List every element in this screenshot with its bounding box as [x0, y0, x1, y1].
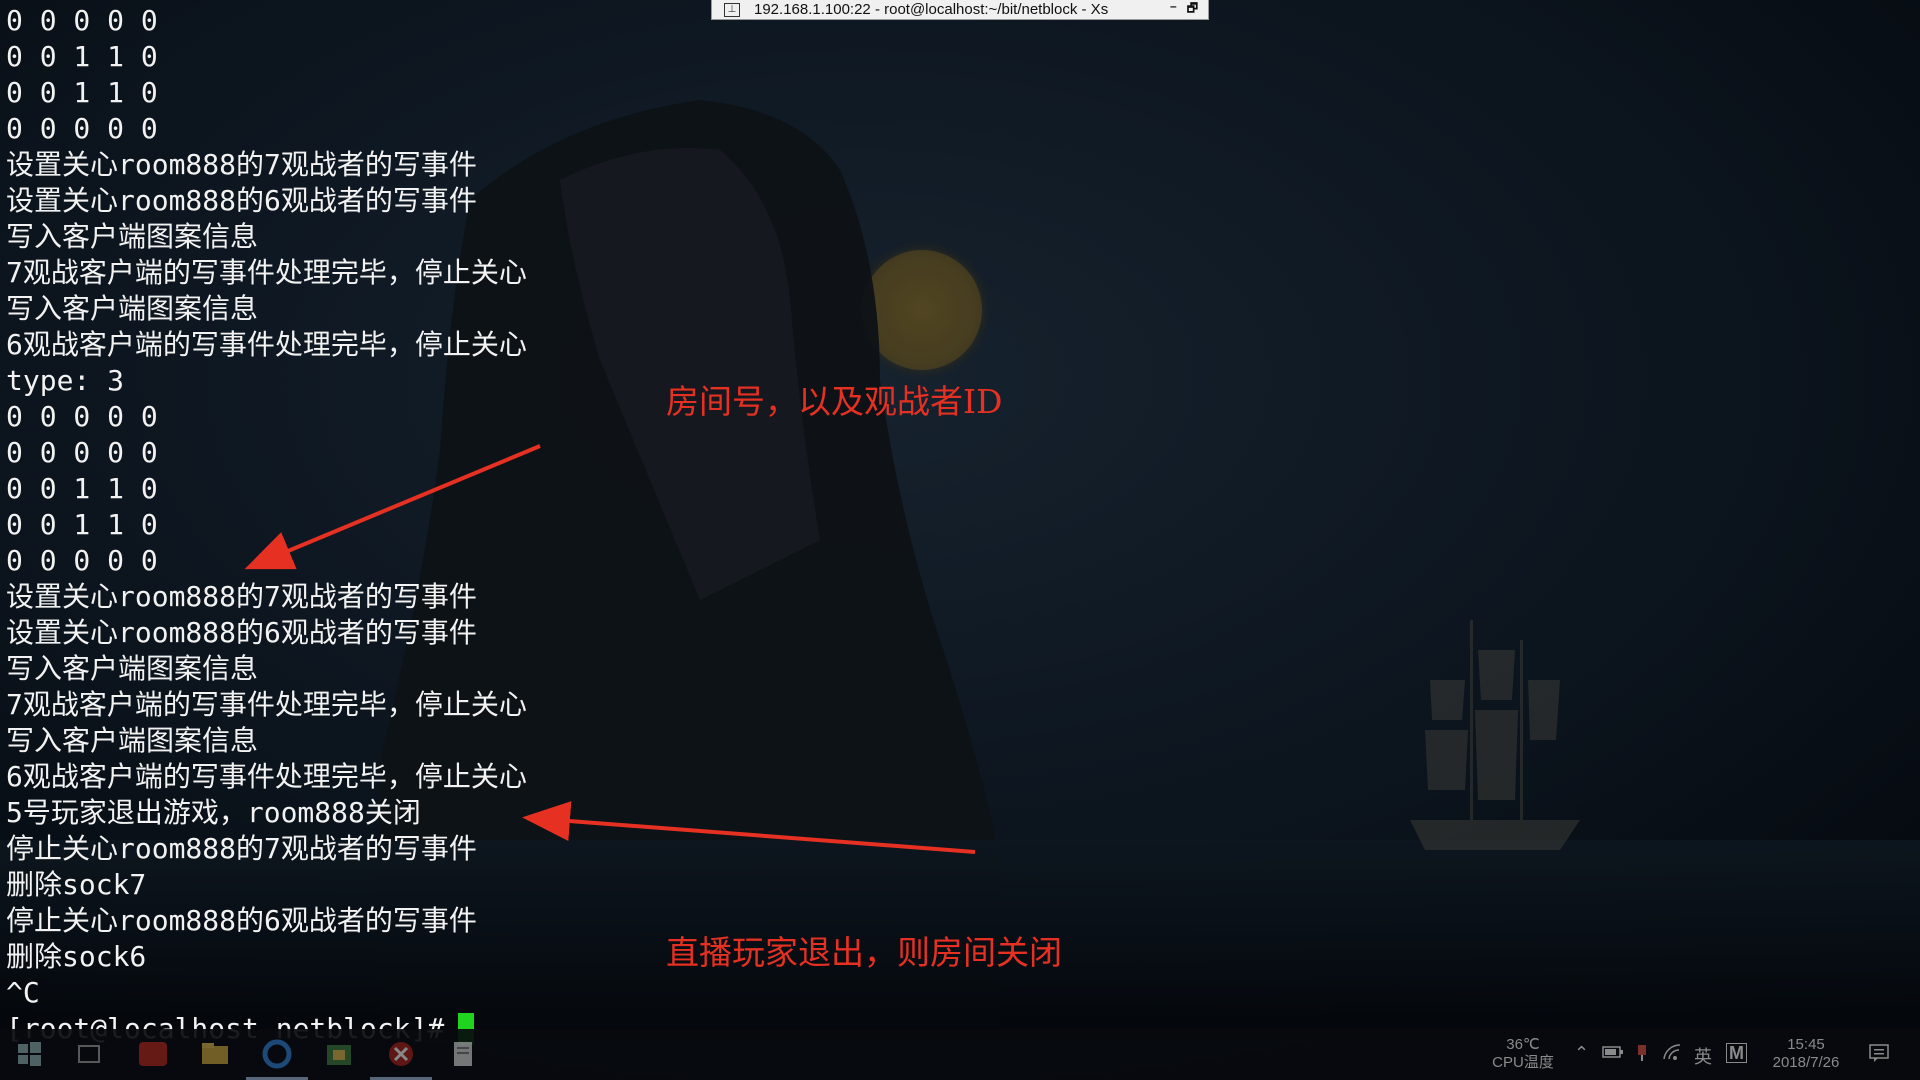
terminal-line: 设置关心room888的7观战者的写事件 — [6, 580, 477, 613]
window-title: 192.168.1.100:22 - root@localhost:~/bit/… — [754, 1, 1109, 18]
terminal-line: 6观战客户端的写事件处理完毕，停止关心 — [6, 328, 527, 361]
battery-icon[interactable] — [1602, 1043, 1624, 1061]
terminal-line: 0 0 1 1 0 — [6, 508, 158, 541]
clock-time: 15:45 — [1787, 1036, 1825, 1053]
terminal-line: 0 0 1 1 0 — [6, 76, 158, 109]
chevron-up-icon[interactable]: ⌃ — [1574, 1043, 1589, 1064]
wifi-icon[interactable] — [1662, 1043, 1684, 1063]
terminal-line: 0 0 1 1 0 — [6, 472, 158, 505]
clock[interactable]: 15:45 2018/7/26 — [1766, 1036, 1846, 1072]
terminal-line: 0 0 0 0 0 — [6, 544, 158, 577]
terminal-line: 0 0 1 1 0 — [6, 40, 158, 73]
power-plug-icon[interactable] — [1634, 1043, 1650, 1063]
file-explorer-icon[interactable] — [198, 1037, 232, 1071]
terminal-line: 0 0 0 0 0 — [6, 4, 158, 37]
notepad-icon[interactable] — [446, 1037, 480, 1071]
terminal-line: 设置关心room888的7观战者的写事件 — [6, 148, 477, 181]
terminal-line: 0 0 0 0 0 — [6, 436, 158, 469]
terminal-line: 0 0 0 0 0 — [6, 112, 158, 145]
window-title-bar[interactable]: ⊥ 192.168.1.100:22 - root@localhost:~/bi… — [711, 0, 1209, 20]
cpu-temperature[interactable]: 36℃ CPU温度 — [1488, 1036, 1558, 1072]
windows-start-icon[interactable] — [12, 1037, 46, 1071]
task-view-icon[interactable] — [72, 1037, 106, 1071]
youdao-icon[interactable] — [136, 1037, 170, 1071]
terminal-line: 设置关心room888的6观战者的写事件 — [6, 184, 477, 217]
cpu-temp-value: 36℃ — [1506, 1036, 1540, 1053]
xshell-icon[interactable] — [384, 1037, 418, 1071]
terminal-line: 6观战客户端的写事件处理完毕，停止关心 — [6, 760, 527, 793]
terminal-line: 停止关心room888的7观战者的写事件 — [6, 832, 477, 865]
restore-button[interactable]: 🗗 — [1187, 0, 1198, 20]
terminal-line: 写入客户端图案信息 — [6, 724, 259, 757]
terminal-line: 删除sock6 — [6, 940, 147, 973]
clock-date: 2018/7/26 — [1772, 1054, 1840, 1071]
ime-language-indicator[interactable]: 英 — [1694, 1043, 1712, 1069]
terminal-line: 0 0 0 0 0 — [6, 400, 158, 433]
pin-icon[interactable]: ⊥ — [724, 2, 740, 17]
ime-mode-indicator[interactable]: M — [1726, 1043, 1747, 1063]
annotation-room-id: 房间号，以及观战者ID — [666, 382, 1003, 421]
store-icon[interactable] — [322, 1037, 356, 1071]
terminal-line: 停止关心room888的6观战者的写事件 — [6, 904, 477, 937]
terminal-line: 写入客户端图案信息 — [6, 652, 259, 685]
minimize-button[interactable]: – — [1170, 0, 1177, 20]
terminal-output[interactable]: 0 0 0 0 0 0 0 1 1 0 0 0 1 1 0 0 0 0 0 0 … — [6, 3, 527, 1047]
terminal-line: 5号玩家退出游戏，room888关闭 — [6, 796, 421, 829]
terminal-line: 设置关心room888的6观战者的写事件 — [6, 616, 477, 649]
cpu-temp-label: CPU温度 — [1492, 1054, 1554, 1071]
terminal-line: 7观战客户端的写事件处理完毕，停止关心 — [6, 256, 527, 289]
terminal-line: 7观战客户端的写事件处理完毕，停止关心 — [6, 688, 527, 721]
edge-icon[interactable] — [260, 1037, 294, 1071]
action-center-icon[interactable] — [1868, 1043, 1890, 1063]
terminal-line: 写入客户端图案信息 — [6, 292, 259, 325]
taskbar: 36℃ CPU温度 ⌃ 英 M 15:45 2018/7/26 — [0, 1029, 1920, 1080]
terminal-line: 写入客户端图案信息 — [6, 220, 259, 253]
terminal-line: type: 3 — [6, 364, 125, 397]
annotation-exit: 直播玩家退出，则房间关闭 — [666, 933, 1062, 972]
terminal-line: 删除sock7 — [6, 868, 147, 901]
terminal-line: ^C — [6, 976, 40, 1009]
